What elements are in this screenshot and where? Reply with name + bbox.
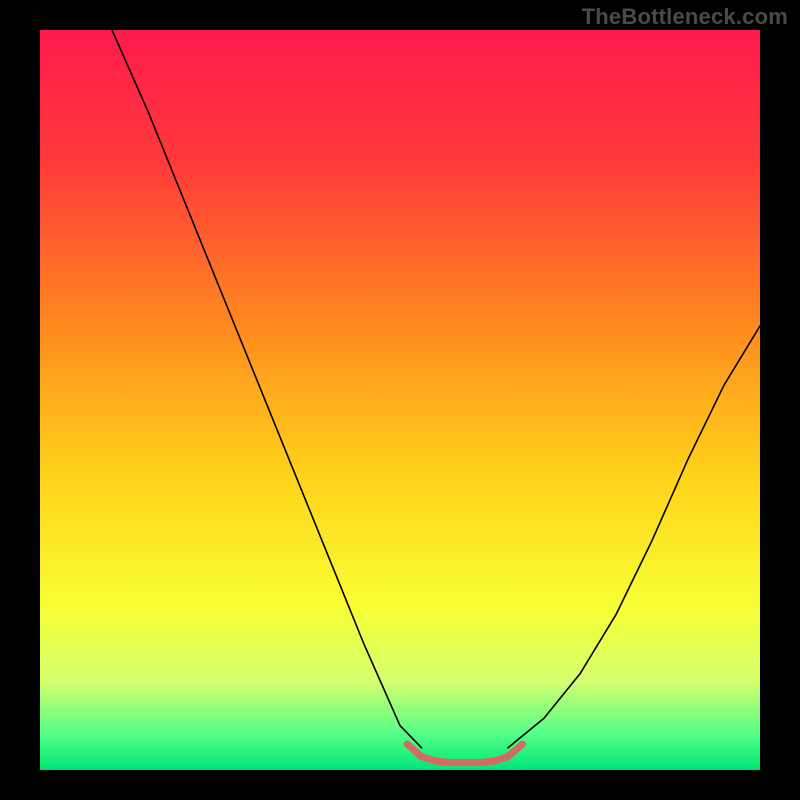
- series-bottom-marker: [407, 744, 522, 763]
- chart-frame: TheBottleneck.com: [0, 0, 800, 800]
- series-right-curve: [508, 326, 760, 748]
- watermark-text: TheBottleneck.com: [582, 4, 788, 30]
- series-left-curve: [112, 30, 422, 748]
- curve-overlay: [40, 30, 760, 770]
